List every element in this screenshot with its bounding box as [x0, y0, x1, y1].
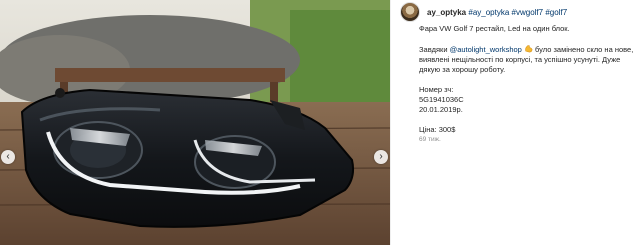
post-photo[interactable]: ‹ ›: [0, 0, 390, 245]
chevron-right-icon: ›: [379, 151, 383, 162]
mention-link[interactable]: @autolight_workshop: [450, 45, 522, 54]
post-date: 20.01.2019р.: [419, 105, 463, 114]
avatar[interactable]: [400, 2, 420, 22]
flexed-biceps-icon: [525, 45, 533, 53]
hashtag-link[interactable]: #ay_optyka: [468, 8, 509, 17]
headlight-photo: [0, 0, 390, 245]
hashtag-link[interactable]: #golf7: [545, 8, 567, 17]
post-header: ay_optyka #ay_optyka #vwgolf7 #golf7: [400, 2, 567, 22]
caption-thanks: Завдяки @autolight_workshop було замінен…: [419, 44, 634, 75]
post-caption: Фара VW Golf 7 рестайл, Led на один блок…: [419, 24, 634, 145]
carousel-prev-button[interactable]: ‹: [1, 150, 15, 164]
price: Ціна: 300$: [419, 125, 456, 134]
post-details-panel: ay_optyka #ay_optyka #vwgolf7 #golf7 Фар…: [390, 0, 640, 245]
caption-text: Завдяки: [419, 45, 450, 54]
part-number-label: Номер зч:: [419, 85, 454, 94]
caption-line: Фара VW Golf 7 рестайл, Led на один блок…: [419, 24, 570, 33]
chevron-left-icon: ‹: [6, 151, 10, 162]
post-timestamp[interactable]: 69 тиж.: [419, 135, 634, 145]
username-link[interactable]: ay_optyka: [427, 8, 466, 17]
hashtag-link[interactable]: #vwgolf7: [512, 8, 544, 17]
part-number: 5G1941036C: [419, 95, 464, 104]
carousel-next-button[interactable]: ›: [374, 150, 388, 164]
header-text: ay_optyka #ay_optyka #vwgolf7 #golf7: [427, 8, 567, 17]
